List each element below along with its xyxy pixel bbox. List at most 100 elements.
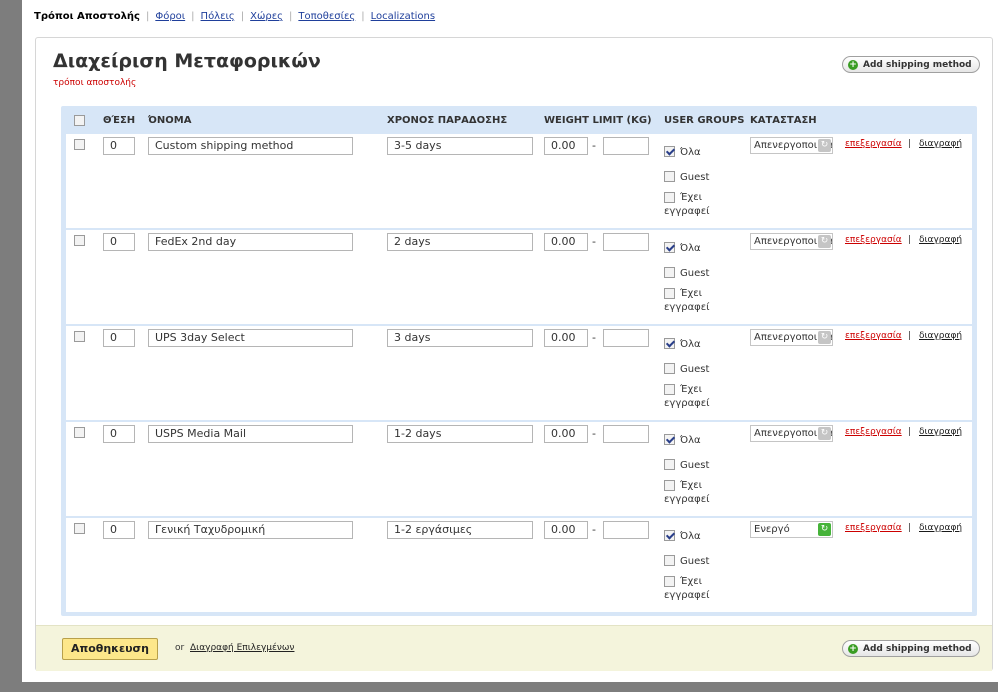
user-group-registered-checkbox[interactable]: [664, 575, 675, 587]
column-header-user-groups: USER GROUPS: [664, 115, 745, 126]
user-group-guest-label: Guest: [680, 363, 710, 375]
row-select-checkbox[interactable]: [74, 523, 85, 534]
name-input[interactable]: FedEx 2nd day: [148, 233, 353, 251]
user-group-all-checkbox[interactable]: [664, 242, 675, 253]
position-input[interactable]: 0: [103, 521, 135, 539]
user-group-guest-checkbox[interactable]: [664, 363, 675, 374]
user-group-all-checkbox[interactable]: [664, 530, 675, 541]
weight-max-input[interactable]: [603, 329, 649, 347]
delivery-time-input[interactable]: 3-5 days: [387, 137, 533, 155]
refresh-icon[interactable]: ↻: [818, 523, 831, 536]
edit-link[interactable]: επεξεργασία: [845, 427, 902, 437]
user-group-guest[interactable]: Guest: [664, 555, 709, 567]
row-select-checkbox[interactable]: [74, 331, 85, 342]
delete-selected-link[interactable]: Διαγραφή Επιλεγμένων: [190, 643, 294, 653]
user-group-all[interactable]: Όλα: [664, 530, 701, 542]
nav-taxes[interactable]: Φόροι: [155, 11, 185, 22]
user-group-guest-checkbox[interactable]: [664, 267, 675, 278]
user-group-all-checkbox[interactable]: [664, 146, 675, 157]
add-shipping-method-button[interactable]: + Add shipping method: [842, 56, 980, 73]
row-select-checkbox[interactable]: [74, 427, 85, 438]
position-input[interactable]: 0: [103, 233, 135, 251]
edit-link[interactable]: επεξεργασία: [845, 331, 902, 341]
delete-link[interactable]: διαγραφή: [919, 235, 962, 245]
delivery-time-input[interactable]: 3 days: [387, 329, 533, 347]
nav-shipping-methods[interactable]: Τρόποι Αποστολής: [34, 11, 140, 22]
name-input[interactable]: USPS Media Mail: [148, 425, 353, 443]
action-separator: |: [908, 427, 912, 437]
weight-max-input[interactable]: [603, 425, 649, 443]
select-all-checkbox[interactable]: [74, 115, 85, 126]
user-group-all[interactable]: Όλα: [664, 242, 701, 254]
user-group-registered[interactable]: Έχει εγγραφεί: [664, 575, 724, 603]
status-select[interactable]: Ενεργό ↻: [750, 521, 833, 538]
user-group-guest-checkbox[interactable]: [664, 171, 675, 182]
status-select[interactable]: Απενεργοποιημένο↻: [750, 233, 833, 250]
save-button[interactable]: Αποθηκευση: [62, 638, 158, 660]
delivery-time-input[interactable]: 1-2 εργάσιμες: [387, 521, 533, 539]
delivery-time-input[interactable]: 2 days: [387, 233, 533, 251]
refresh-icon[interactable]: ↻: [818, 427, 831, 440]
weight-min-input[interactable]: 0.00: [544, 425, 588, 443]
status-select[interactable]: Απενεργοποιημένο↻: [750, 329, 833, 346]
edit-link[interactable]: επεξεργασία: [845, 139, 902, 149]
user-group-guest[interactable]: Guest: [664, 459, 709, 471]
delete-link[interactable]: διαγραφή: [919, 427, 962, 437]
name-input[interactable]: UPS 3day Select: [148, 329, 353, 347]
user-group-all-checkbox[interactable]: [664, 434, 675, 445]
user-group-registered-checkbox[interactable]: [664, 191, 675, 203]
user-group-registered[interactable]: Έχει εγγραφεί: [664, 479, 724, 507]
status-select[interactable]: Απενεργοποιημένο↻: [750, 137, 833, 154]
user-group-guest[interactable]: Guest: [664, 363, 709, 375]
edit-link[interactable]: επεξεργασία: [845, 523, 902, 533]
user-group-guest-label: Guest: [680, 459, 710, 471]
delete-link[interactable]: διαγραφή: [919, 331, 962, 341]
user-group-registered-checkbox[interactable]: [664, 479, 675, 491]
user-group-all[interactable]: Όλα: [664, 434, 701, 446]
row-select-checkbox[interactable]: [74, 139, 85, 150]
weight-max-input[interactable]: [603, 137, 649, 155]
nav-countries[interactable]: Χώρες: [250, 11, 283, 22]
user-group-registered[interactable]: Έχει εγγραφεί: [664, 191, 724, 219]
nav-localizations[interactable]: Localizations: [371, 11, 435, 22]
weight-range-dash: -: [592, 523, 596, 536]
weight-min-input[interactable]: 0.00: [544, 233, 588, 251]
weight-min-input[interactable]: 0.00: [544, 137, 588, 155]
nav-locations[interactable]: Τοποθεσίες: [298, 11, 355, 22]
user-group-registered[interactable]: Έχει εγγραφεί: [664, 383, 724, 411]
weight-max-input[interactable]: [603, 521, 649, 539]
name-input[interactable]: Γενική Ταχυδρομική: [148, 521, 353, 539]
edit-link[interactable]: επεξεργασία: [845, 235, 902, 245]
refresh-icon[interactable]: ↻: [818, 235, 831, 248]
weight-min-input[interactable]: 0.00: [544, 521, 588, 539]
nav-separator: |: [240, 11, 245, 22]
position-input[interactable]: 0: [103, 329, 135, 347]
refresh-icon[interactable]: ↻: [818, 331, 831, 344]
user-group-registered[interactable]: Έχει εγγραφεί: [664, 287, 724, 315]
position-input[interactable]: 0: [103, 137, 135, 155]
user-group-registered-checkbox[interactable]: [664, 383, 675, 395]
weight-max-input[interactable]: [603, 233, 649, 251]
row-select-checkbox[interactable]: [74, 235, 85, 246]
status-select[interactable]: Απενεργοποιημένο↻: [750, 425, 833, 442]
refresh-icon[interactable]: ↻: [818, 139, 831, 152]
column-header-delivery-time: ΧΡΟΝΟΣ ΠΑΡΑΔΟΣΗΣ: [387, 115, 508, 126]
add-shipping-method-button-bottom[interactable]: + Add shipping method: [842, 640, 980, 657]
delivery-time-input[interactable]: 1-2 days: [387, 425, 533, 443]
delete-link[interactable]: διαγραφή: [919, 139, 962, 149]
user-group-guest-checkbox[interactable]: [664, 459, 675, 470]
weight-min-input[interactable]: 0.00: [544, 329, 588, 347]
or-text: or: [175, 643, 185, 653]
weight-range-dash: -: [592, 427, 596, 440]
nav-cities[interactable]: Πόλεις: [201, 11, 235, 22]
position-input[interactable]: 0: [103, 425, 135, 443]
user-group-guest[interactable]: Guest: [664, 267, 709, 279]
user-group-guest-checkbox[interactable]: [664, 555, 675, 566]
user-group-all-checkbox[interactable]: [664, 338, 675, 349]
user-group-registered-checkbox[interactable]: [664, 287, 675, 299]
user-group-all[interactable]: Όλα: [664, 146, 701, 158]
user-group-guest[interactable]: Guest: [664, 171, 709, 183]
user-group-all[interactable]: Όλα: [664, 338, 701, 350]
delete-link[interactable]: διαγραφή: [919, 523, 962, 533]
name-input[interactable]: Custom shipping method: [148, 137, 353, 155]
